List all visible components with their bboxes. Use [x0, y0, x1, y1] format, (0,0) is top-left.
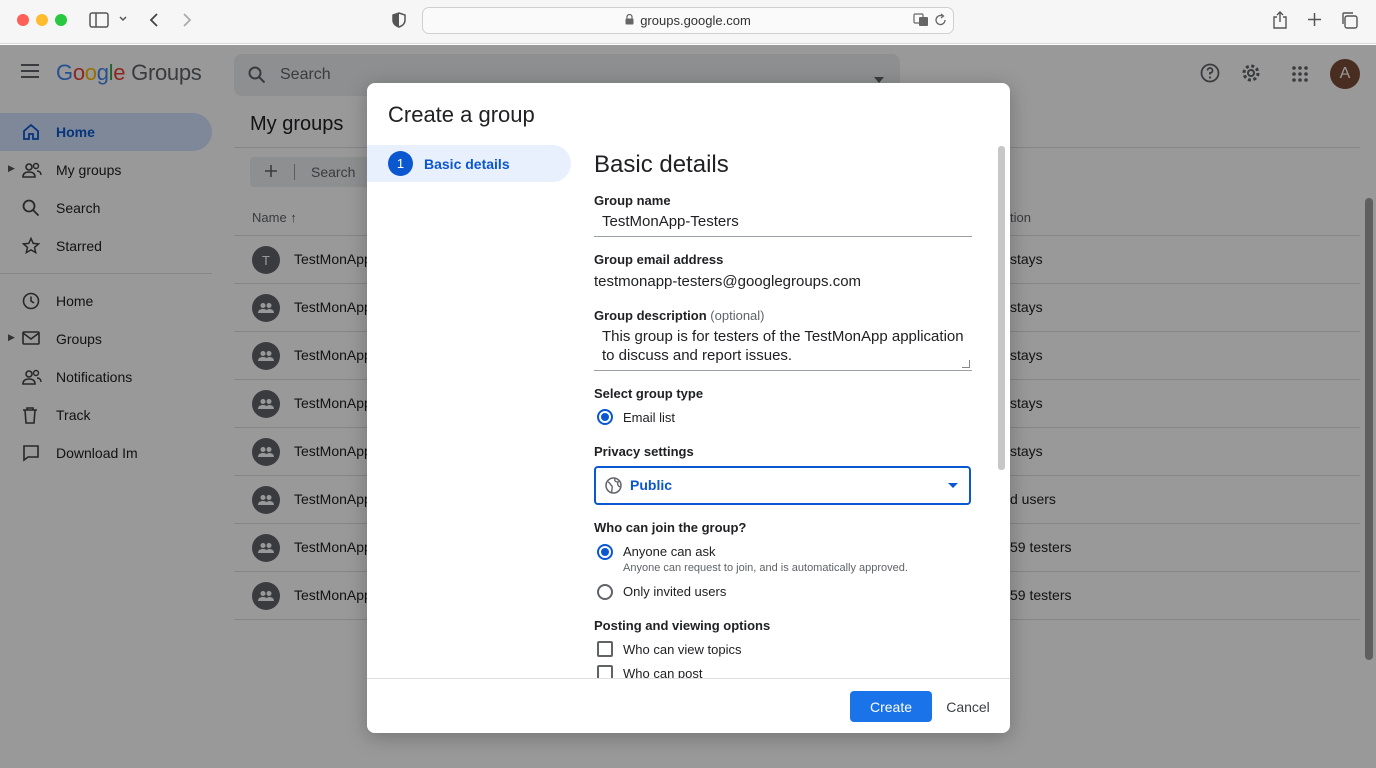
- lock-icon: [625, 13, 634, 28]
- minimize-window-button[interactable]: [36, 14, 48, 26]
- back-icon[interactable]: [148, 12, 160, 28]
- close-window-button[interactable]: [17, 14, 29, 26]
- only-invited-label[interactable]: Only invited users: [623, 584, 726, 599]
- browser-toolbar: groups.google.com: [0, 0, 1376, 44]
- dropdown-arrow-icon: [948, 483, 958, 488]
- group-name-input[interactable]: TestMonApp-Testers: [594, 213, 972, 237]
- create-button[interactable]: Create: [850, 691, 932, 722]
- sidebar-toggle-icon[interactable]: [89, 12, 109, 28]
- resize-handle-icon[interactable]: [962, 360, 970, 368]
- translate-icon[interactable]: [913, 13, 929, 30]
- privacy-settings-label: Privacy settings: [594, 444, 694, 459]
- description-label-text: Group description: [594, 308, 707, 323]
- step-label: Basic details: [424, 156, 510, 172]
- join-permission-label: Who can join the group?: [594, 520, 747, 535]
- privacy-selected-value: Public: [630, 477, 673, 493]
- view-topics-checkbox[interactable]: [597, 641, 613, 657]
- tab-overview-icon[interactable]: [1340, 11, 1358, 29]
- anyone-can-ask-help: Anyone can request to join, and is autom…: [623, 562, 908, 574]
- url-text: groups.google.com: [640, 13, 751, 28]
- zoom-window-button[interactable]: [55, 14, 67, 26]
- group-name-value: TestMonApp-Testers: [602, 213, 739, 230]
- dialog-scrollbar[interactable]: [998, 146, 1005, 470]
- only-invited-radio[interactable]: [597, 584, 613, 600]
- group-description-input[interactable]: This group is for testers of the TestMon…: [594, 327, 972, 371]
- posting-options-label: Posting and viewing options: [594, 618, 771, 633]
- step-number-badge: 1: [388, 151, 413, 176]
- group-description-value: This group is for testers of the TestMon…: [602, 328, 964, 364]
- dialog-footer: Create Cancel: [367, 678, 1010, 733]
- chevron-down-icon[interactable]: [118, 14, 128, 24]
- cancel-button[interactable]: Cancel: [945, 691, 991, 722]
- view-topics-label[interactable]: Who can view topics: [623, 642, 742, 657]
- anyone-can-ask-label[interactable]: Anyone can ask: [623, 544, 716, 559]
- email-list-label[interactable]: Email list: [623, 410, 675, 425]
- address-bar[interactable]: groups.google.com: [422, 7, 954, 34]
- forward-icon[interactable]: [181, 12, 193, 28]
- group-email-label: Group email address: [594, 252, 724, 267]
- step-number: 1: [396, 156, 405, 171]
- anyone-can-ask-radio[interactable]: [597, 544, 613, 560]
- globe-icon: [605, 477, 622, 497]
- privacy-shield-icon[interactable]: [392, 12, 406, 28]
- group-type-label: Select group type: [594, 386, 704, 401]
- basic-details-form: Basic details Group name TestMonApp-Test…: [594, 83, 974, 681]
- optional-tag: (optional): [710, 308, 765, 323]
- create-group-dialog: Create a group 1 Basic details Basic det…: [367, 83, 1010, 733]
- step-basic-details[interactable]: 1 Basic details: [367, 145, 571, 182]
- new-tab-icon[interactable]: [1307, 12, 1322, 27]
- privacy-select[interactable]: Public: [594, 466, 971, 505]
- reload-icon[interactable]: [934, 13, 947, 30]
- email-list-radio[interactable]: [597, 409, 613, 425]
- section-title: Basic details: [594, 151, 729, 178]
- group-email-value: testmonapp-testers@googlegroups.com: [594, 273, 862, 290]
- dialog-title: Create a group: [388, 102, 535, 127]
- group-name-label: Group name: [594, 193, 671, 208]
- share-icon[interactable]: [1273, 11, 1287, 29]
- group-description-label: Group description (optional): [594, 308, 765, 323]
